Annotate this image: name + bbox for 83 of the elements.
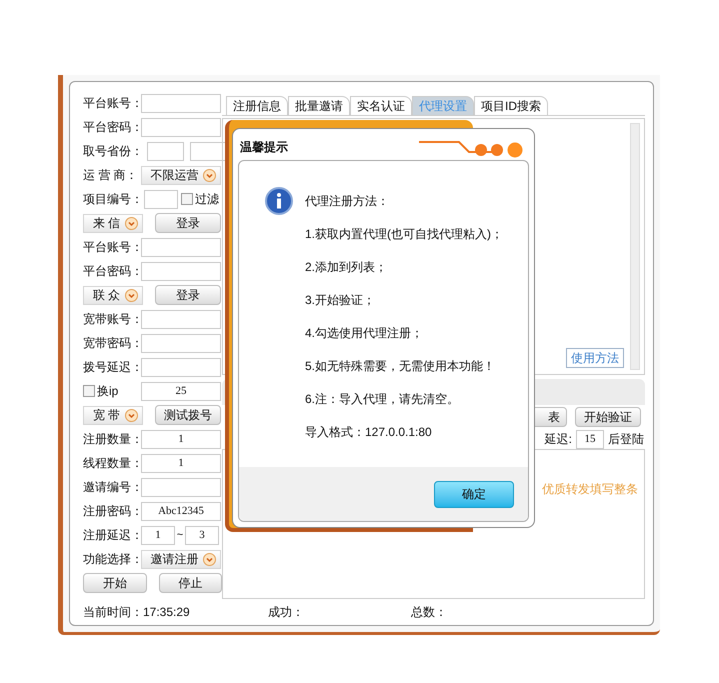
dropdown[interactable]: 来 信 (83, 214, 143, 232)
input-field[interactable]: 1 (141, 454, 221, 472)
field-label: 注册密码： (83, 503, 141, 520)
dropdown[interactable]: 不限运营 (141, 166, 221, 184)
dialog-text: 5.如无特殊需要，无需使用本功能！ (305, 358, 496, 374)
field-label: 注册数量： (83, 431, 141, 448)
checkbox[interactable] (181, 193, 193, 205)
field-label: 取号省份： (83, 143, 141, 160)
checkbox[interactable] (83, 385, 95, 397)
ok-button[interactable]: 确定 (434, 480, 514, 508)
field-label: 拨号延迟： (83, 359, 141, 376)
dialog-title: 温馨提示 (239, 139, 288, 156)
input-field[interactable] (141, 334, 221, 352)
button[interactable]: 开始验证 (575, 407, 641, 427)
notice-text: 优质转发填写整条 (542, 481, 638, 498)
button[interactable]: 登录 (155, 285, 221, 305)
input-field[interactable]: 1 (141, 526, 175, 544)
total-count: 总数： (411, 604, 447, 621)
field-label: 平台账号： (83, 239, 141, 256)
dropdown[interactable]: 邀请注册 (141, 550, 221, 568)
input-field[interactable] (141, 358, 221, 376)
field-label: 项目编号： (83, 191, 141, 208)
input-field[interactable] (141, 262, 221, 280)
dropdown[interactable]: 宽 带 (83, 406, 143, 424)
field-label: 注册延迟： (83, 527, 141, 544)
dialog-text: 6.注：导入代理，请先清空。 (305, 391, 460, 407)
button[interactable]: 测试拨号 (155, 405, 221, 425)
input-field[interactable]: 25 (141, 382, 221, 400)
field-label: 功能选择： (83, 551, 141, 568)
dropdown-value: 来 信 (92, 215, 122, 232)
usage-button[interactable]: 使用方法 (566, 348, 624, 368)
dropdown-value: 联 众 (92, 287, 122, 304)
input-field[interactable] (147, 142, 184, 160)
checkbox-label: 换ip (97, 383, 118, 400)
dialog-text: 导入格式：127.0.0.1:80 (305, 424, 433, 440)
after-label: 后登陆 (608, 431, 644, 448)
dropdown[interactable]: 联 众 (83, 286, 143, 304)
tab[interactable]: 项目ID搜索 (474, 96, 548, 115)
dropdown-value: 不限运营 (150, 167, 200, 184)
caret-icon (125, 408, 138, 422)
input-field[interactable] (141, 478, 221, 496)
caret-icon (203, 168, 216, 182)
tab[interactable]: 实名认证 (350, 96, 412, 115)
input-field[interactable]: 1 (141, 430, 221, 448)
input-field[interactable]: 15 (576, 430, 604, 448)
input-field[interactable] (141, 94, 221, 112)
current-time: 当前时间：17:35:29 (83, 604, 191, 621)
field-label: 宽带密码： (83, 335, 141, 352)
dropdown-value: 宽 带 (92, 407, 122, 424)
delay-label: 延迟: (544, 431, 572, 448)
tab[interactable]: 注册信息 (226, 96, 288, 115)
button[interactable]: 停止 (158, 573, 222, 593)
range-separator: ~ (176, 528, 184, 543)
info-icon (265, 187, 293, 215)
dialog-text: 2.添加到列表； (305, 259, 388, 275)
field-label: 平台密码： (83, 263, 141, 280)
dropdown-value: 邀请注册 (150, 551, 200, 568)
button[interactable]: 登录 (155, 213, 221, 233)
dialog-text: 1.获取内置代理(也可自找代理粘入)； (305, 226, 503, 242)
field-label: 宽带账号： (83, 311, 141, 328)
input-field[interactable] (141, 310, 221, 328)
success-count: 成功： (268, 604, 305, 621)
caret-icon (125, 216, 138, 230)
dialog-text: 代理注册方法： (305, 193, 390, 209)
input-field[interactable]: 3 (185, 526, 219, 544)
field-label: 平台账号： (83, 95, 141, 112)
field-label: 平台密码： (83, 119, 141, 136)
scrollbar[interactable] (630, 123, 640, 370)
field-label: 线程数量： (83, 455, 141, 472)
checkbox-label: 过滤 (195, 191, 219, 208)
tab[interactable]: 批量邀请 (288, 96, 350, 115)
caret-icon (203, 552, 216, 566)
field-label: 邀请编号： (83, 479, 141, 496)
input-field[interactable] (144, 190, 178, 208)
caret-icon (125, 288, 138, 302)
input-field[interactable]: Abc12345 (141, 502, 221, 520)
input-field[interactable] (141, 238, 221, 256)
button[interactable]: 开始 (83, 573, 146, 593)
input-field[interactable] (190, 142, 227, 160)
dialog-text: 3.开始验证； (305, 292, 376, 308)
dialog-text: 4.勾选使用代理注册； (305, 325, 424, 341)
field-label: 运 营 商： (83, 167, 139, 184)
input-field[interactable] (141, 118, 221, 136)
